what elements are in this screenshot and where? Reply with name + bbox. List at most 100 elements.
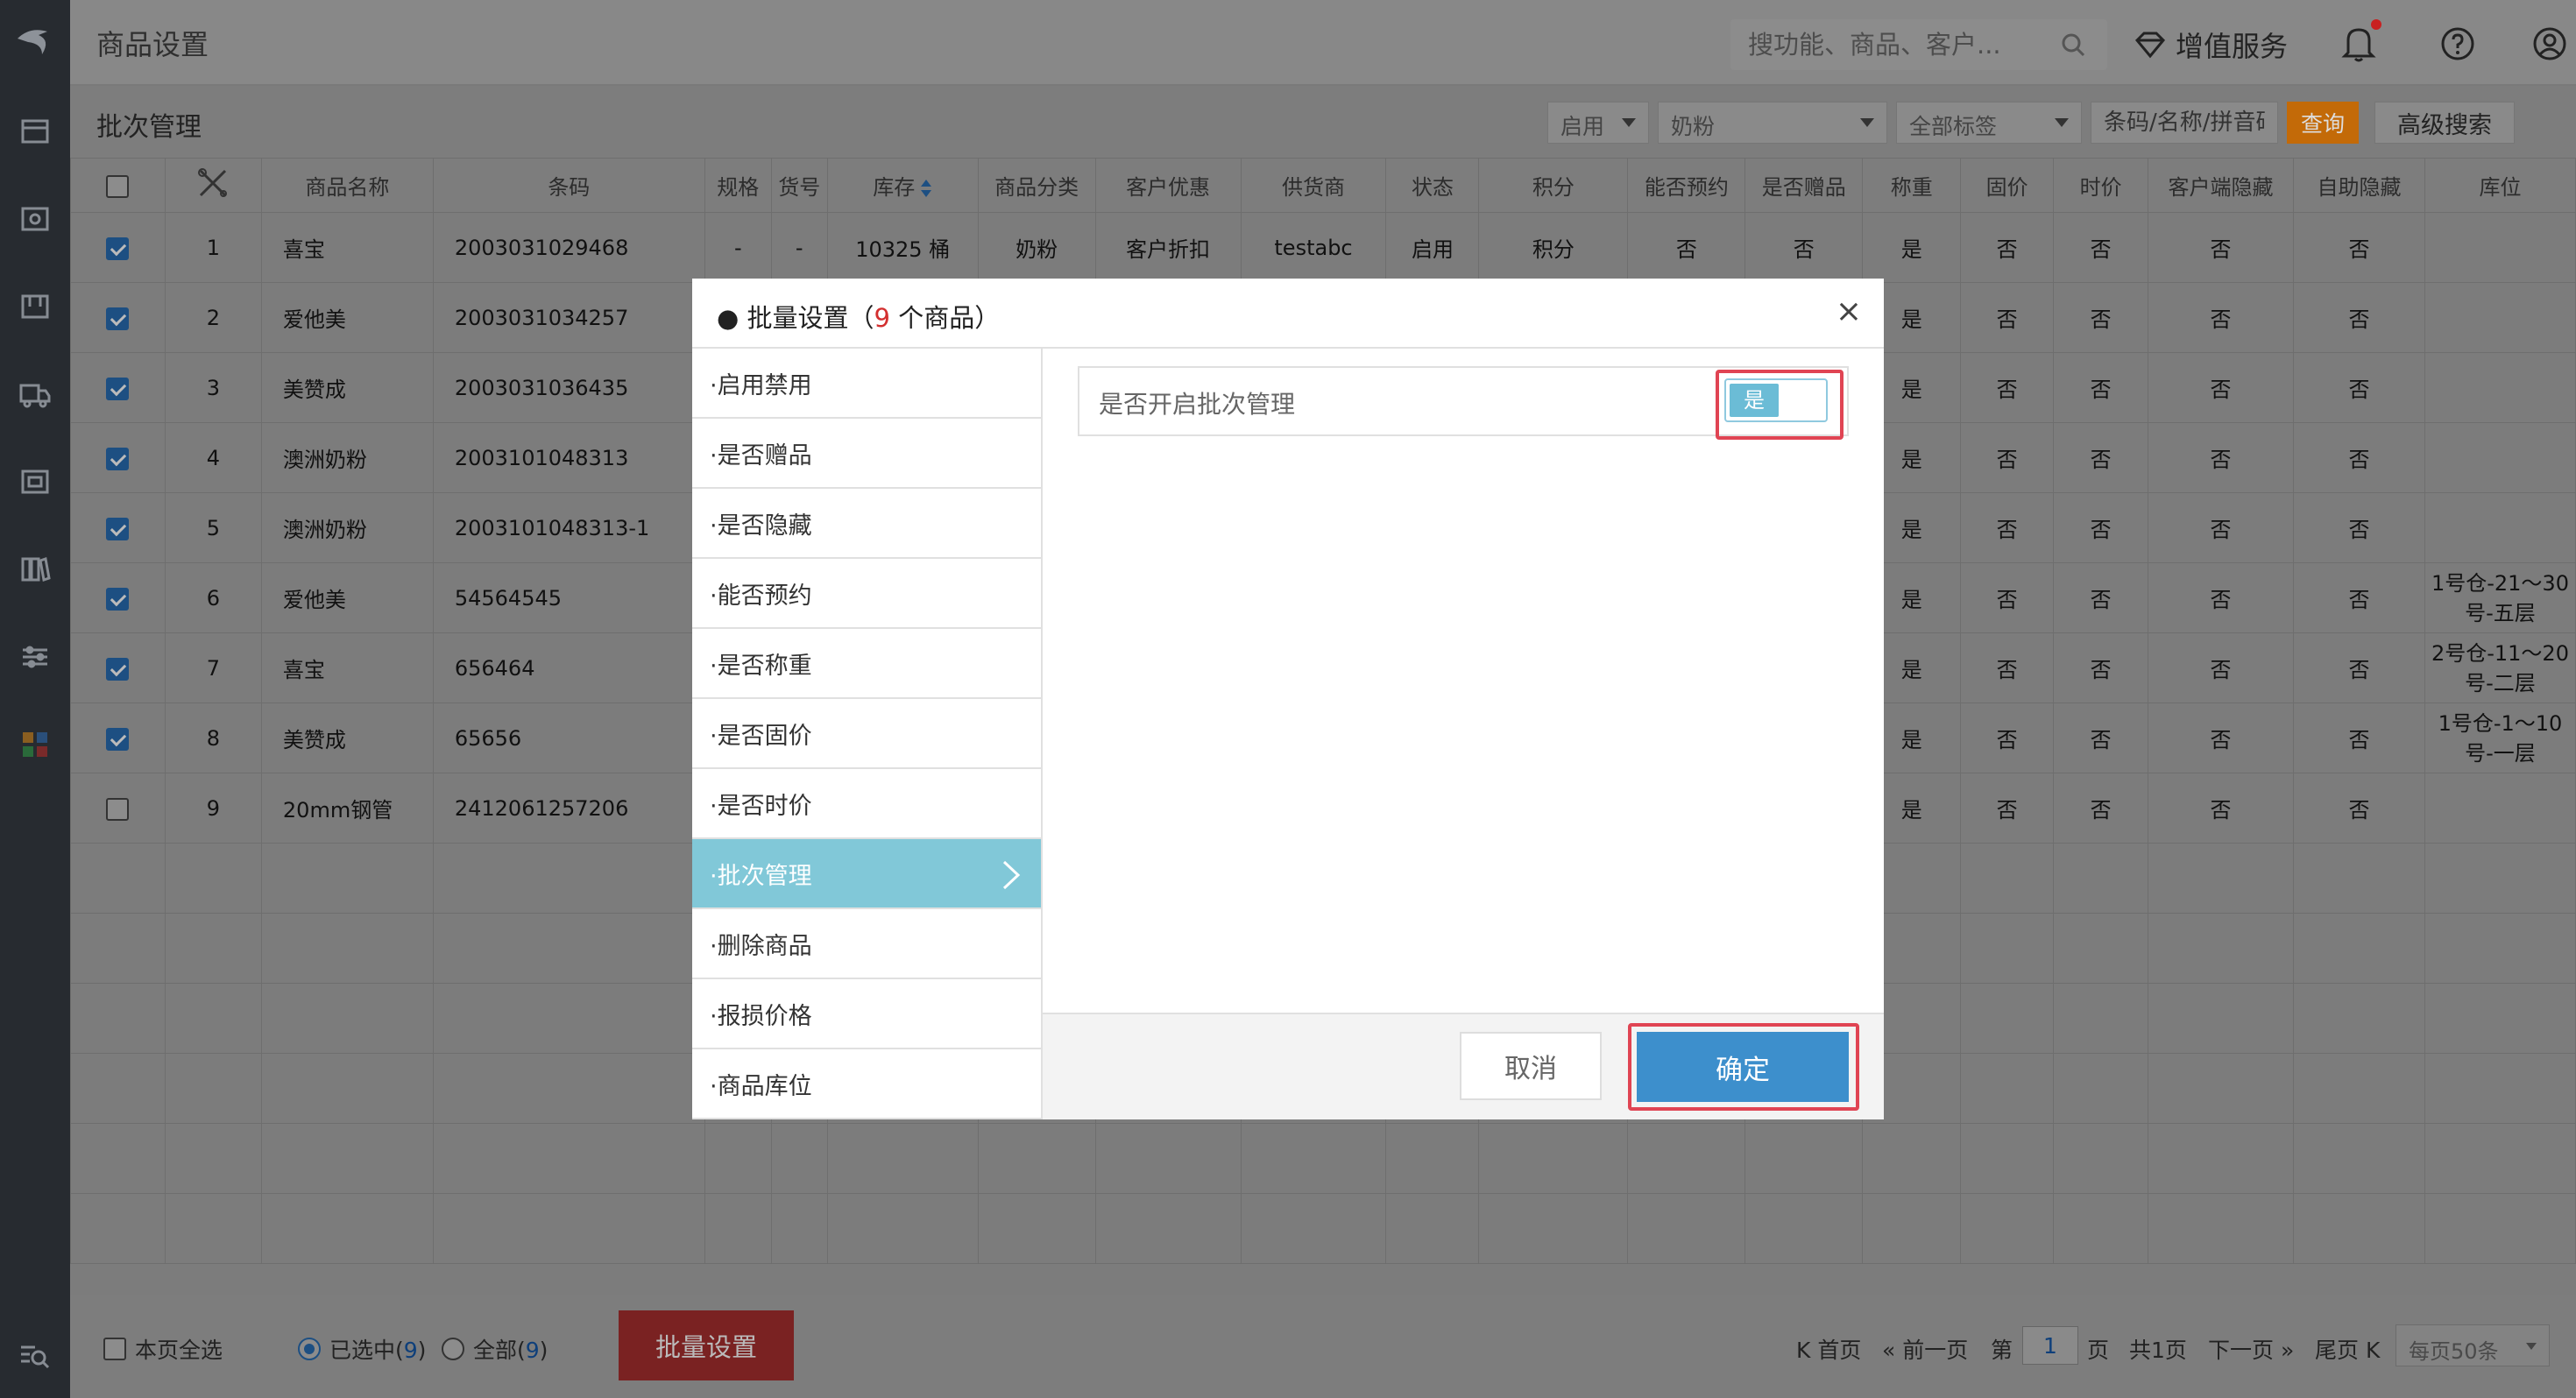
modal-content: 是否开启批次管理 [1043,349,1884,1013]
modal-menu-item[interactable]: ·能否预约 [692,559,1041,629]
sidebar-item-sales-icon[interactable] [18,201,53,237]
user-icon[interactable] [2532,26,2567,61]
row-checkbox-cell[interactable] [70,212,166,283]
modal-menu: ·启用禁用 ·是否赠品 ·是否隐藏 ·能否预约 ·是否称重 ·是否固价 ·是否时价 ·批次管理… [692,349,1043,1119]
modal-menu-item[interactable]: ·是否称重 [692,629,1041,699]
cell-time-price: 否 [2053,352,2149,423]
sidebar-item-delivery-icon[interactable] [18,377,53,412]
cell-name: 美赞成 [260,703,434,773]
cell-client-hide: 否 [2148,562,2295,633]
keyword-input[interactable] [2091,102,2278,144]
select-all-checkbox[interactable] [106,174,130,198]
sidebar-item-finance-icon[interactable] [18,464,53,499]
row-checkbox-cell[interactable] [70,422,166,493]
search-icon[interactable] [2060,32,2086,58]
selected-radio[interactable] [298,1338,321,1360]
wrench-icon[interactable] [195,166,230,201]
cell-code: 2003031034257 [432,282,705,353]
category-select[interactable]: 奶粉 [1658,102,1887,144]
row-checkbox[interactable] [106,517,130,540]
tag-select[interactable]: 全部标签 [1896,102,2082,144]
sidebar-item-report-icon[interactable] [18,552,53,587]
table-row[interactable]: 1 喜宝 2003031029468- -10325 桶奶粉 客户折扣 testabc 启用… [70,212,2576,283]
row-checkbox[interactable] [106,727,130,751]
status-select[interactable]: 启用 [1547,102,1649,144]
modal-menu-item[interactable]: ·是否时价 [692,769,1041,839]
cell-self-hide: 否 [2293,352,2425,423]
header-select-all[interactable] [70,158,166,213]
row-index: 5 [164,492,262,563]
row-checkbox-cell[interactable] [70,352,166,423]
table-row[interactable] [70,1193,2576,1264]
advanced-search-button[interactable]: 高级搜索 [2374,102,2515,144]
sidebar-item-apps-icon[interactable] [18,727,53,762]
header-reservable: 能否预约 [1627,158,1746,213]
modal-menu-item[interactable]: ·删除商品 [692,909,1041,979]
row-checkbox-cell[interactable] [70,562,166,633]
per-page-select[interactable]: 每页50条 [2396,1324,2550,1366]
modal-menu-item[interactable]: ·批次管理 [692,839,1041,909]
page-number-input[interactable] [2022,1326,2078,1365]
row-checkbox[interactable] [106,587,130,611]
double-chevron-left-icon: « [1882,1338,1903,1363]
modal-menu-item[interactable]: ·报损价格 [692,979,1041,1049]
sort-icon[interactable] [920,177,932,200]
table-row[interactable] [70,1123,2576,1194]
row-checkbox[interactable] [106,797,130,821]
cell-client-hide [2148,843,2295,914]
prev-page-link[interactable]: « 前一页 [1882,1333,1968,1365]
sidebar-item-purchase-icon[interactable] [18,289,53,324]
modal-menu-item[interactable]: ·是否赠品 [692,419,1041,489]
cell-location [2424,1193,2576,1264]
ok-button[interactable]: 确定 [1637,1032,1849,1102]
cancel-button[interactable]: 取消 [1460,1032,1602,1100]
row-checkbox[interactable] [106,657,130,681]
last-page-label: 尾页 [2315,1338,2360,1363]
logo-icon[interactable] [12,19,58,65]
row-checkbox[interactable] [106,447,130,470]
row-checkbox-cell[interactable] [70,983,166,1054]
modal-menu-item[interactable]: ·商品库位 [692,1049,1041,1119]
cell-name [260,843,434,914]
close-icon[interactable]: × [1831,294,1866,329]
row-checkbox-cell[interactable] [70,282,166,353]
cell-location [2424,843,2576,914]
row-checkbox-cell[interactable] [70,843,166,914]
batch-settings-button[interactable]: 批量设置 [619,1310,794,1380]
select-page-checkbox[interactable] [103,1338,126,1360]
help-icon[interactable] [2440,26,2475,61]
query-button[interactable]: 查询 [2287,102,2359,144]
sidebar-item-search-icon[interactable] [18,1338,53,1373]
row-checkbox-cell[interactable] [70,1123,166,1194]
selected-radio-control[interactable]: 已选中(9) [298,1333,426,1365]
modal-menu-item[interactable]: ·是否隐藏 [692,489,1041,559]
row-checkbox-cell[interactable] [70,773,166,844]
sidebar-item-settings-icon[interactable] [18,639,53,674]
sidebar-item-dashboard-icon[interactable] [18,114,53,149]
bell-icon[interactable] [2339,23,2378,63]
row-checkbox[interactable] [106,377,130,400]
row-checkbox-cell[interactable] [70,913,166,984]
row-checkbox-cell[interactable] [70,1193,166,1264]
select-page-control[interactable]: 本页全选 [103,1333,223,1365]
header-stock[interactable]: 库存 [826,158,979,213]
modal-menu-item[interactable]: ·是否固价 [692,699,1041,769]
all-radio-control[interactable]: 全部(9) [442,1333,548,1365]
row-checkbox-cell[interactable] [70,703,166,773]
global-search-input[interactable] [1748,28,2046,61]
row-checkbox[interactable] [106,237,130,260]
next-page-link[interactable]: 下一页 » [2208,1333,2294,1365]
first-page-link[interactable]: K 首页 [1796,1333,1861,1365]
row-checkbox-cell[interactable] [70,492,166,563]
modal-menu-item[interactable]: ·启用禁用 [692,349,1041,419]
last-page-link[interactable]: 尾页 K [2315,1333,2380,1365]
cell-location [2424,913,2576,984]
row-checkbox[interactable] [106,307,130,330]
header-tools[interactable] [164,158,262,213]
row-checkbox-cell[interactable] [70,632,166,703]
modal-title: ● 批量设置（9 个商品） [717,298,1000,335]
row-checkbox-cell[interactable] [70,1053,166,1124]
batch-management-toggle[interactable]: 是 [1724,378,1828,422]
value-added-service-button[interactable]: 增值服务 [2134,25,2288,65]
all-radio[interactable] [442,1338,464,1360]
